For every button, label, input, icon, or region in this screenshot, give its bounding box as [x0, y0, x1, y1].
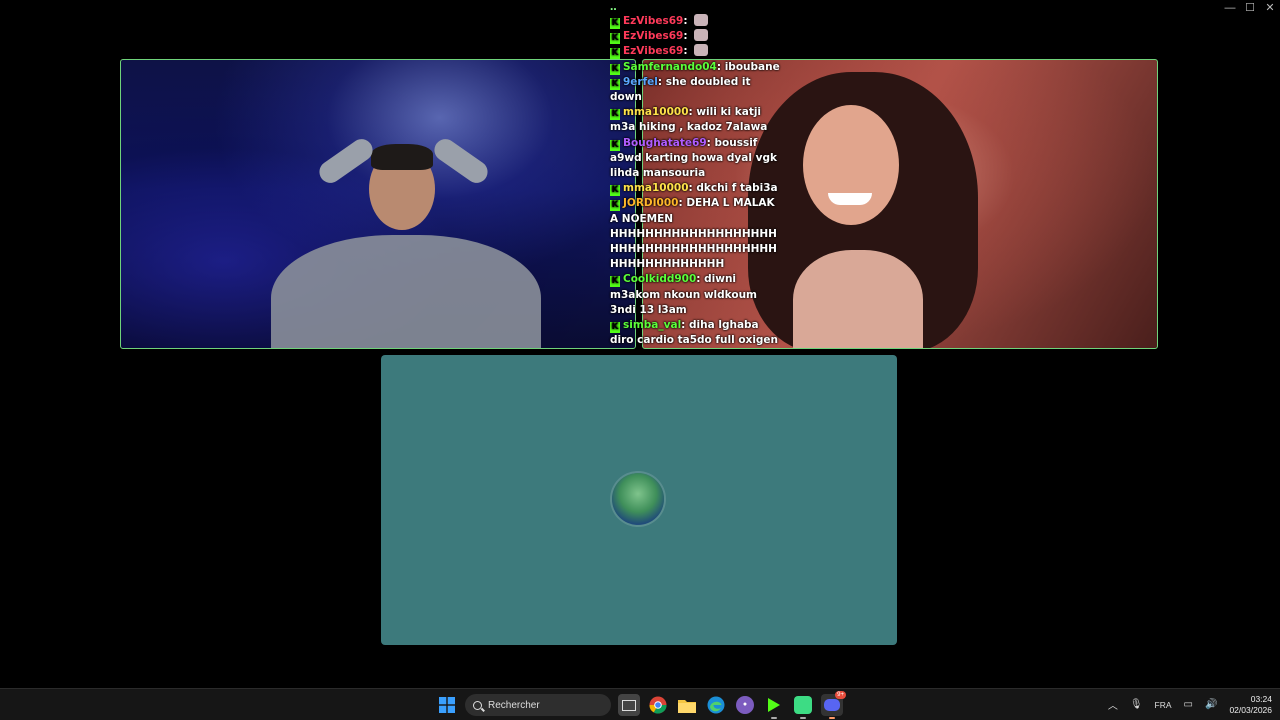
kick-badge-icon: K [610, 78, 620, 90]
chat-username[interactable]: 9erfel [623, 76, 658, 88]
kick-badge-icon: K [610, 109, 620, 121]
kick-badge-icon: K [610, 185, 620, 197]
chat-separator: : [683, 30, 692, 43]
desktop-screen: — ☐ ✕ ‥ K EzVibes69: K EzVibes69: K EzVibes… [0, 0, 1280, 720]
running-indicator [800, 717, 806, 719]
chat-separator: : [683, 15, 692, 27]
chat-username[interactable]: Samfernando04 [623, 61, 717, 73]
android-app-icon[interactable] [792, 694, 814, 719]
kick-badge-icon: K [610, 276, 620, 288]
task-view-icon[interactable] [618, 694, 640, 716]
chat-message: Kmma10000: dkchi f tabi3a [610, 181, 782, 197]
chat-scroll-indicator: ‥ [610, 2, 617, 13]
file-explorer-icon[interactable] [676, 694, 698, 716]
chat-message: K Boughatate69: boussif a9wd karting howa… [610, 136, 782, 182]
edge-icon[interactable] [705, 694, 727, 716]
chat-overlay: ‥ K EzVibes69: K EzVibes69: K EzVibes69: KS… [610, 2, 782, 348]
chat-username[interactable]: mma10000 [623, 182, 689, 194]
clock-time: 03:24 [1250, 693, 1272, 704]
chat-separator: : [706, 136, 715, 149]
kick-badge-icon: K [610, 18, 620, 29]
video-tile-camera-off[interactable] [381, 355, 897, 645]
chat-text: dkchi f tabi3a [696, 182, 778, 195]
running-indicator [829, 717, 835, 719]
chat-message: K 9erfel: she doubled it down [610, 75, 782, 105]
taskbar-apps: Rechercher ● 9+ [436, 691, 846, 719]
chat-separator: : [681, 319, 690, 332]
user-avatar [612, 473, 664, 525]
network-icon[interactable]: ▭ [1184, 699, 1193, 710]
chrome-icon[interactable] [647, 694, 669, 716]
taskbar: Rechercher ● 9+ ︿ 🎙 FRA ▭ 🔊 03:24 02/03/… [0, 688, 1280, 720]
chat-text: iboubane [724, 60, 780, 73]
window-controls: — ☐ ✕ [1220, 0, 1280, 16]
chat-username[interactable]: mma10000 [623, 106, 689, 118]
microphone-icon[interactable]: 🎙 [1130, 699, 1143, 710]
chat-message: Kmma10000: wili ki katji m3a hiking , ka… [610, 105, 782, 135]
discord-notification-badge: 9+ [835, 691, 846, 699]
running-indicator [771, 717, 777, 719]
chat-username[interactable]: EzVibes69 [623, 15, 683, 27]
chat-username[interactable]: simba_val [623, 319, 681, 331]
clock[interactable]: 03:24 02/03/2026 [1229, 694, 1272, 716]
chat-message: Ksimba_val: diha lghaba diro cardio ta5d… [610, 318, 782, 348]
kick-badge-icon: K [610, 48, 620, 60]
chat-message: K Samfernando04: iboubane [610, 60, 782, 75]
search-icon [473, 700, 482, 710]
clock-date: 02/03/2026 [1229, 704, 1272, 715]
chat-message: K EzVibes69: [610, 44, 782, 60]
close-button[interactable]: ✕ [1260, 0, 1280, 16]
volume-icon[interactable]: 🔊 [1205, 699, 1217, 710]
chat-username[interactable]: Boughatate69 [623, 137, 707, 149]
taskbar-search[interactable]: Rechercher [465, 694, 611, 716]
chat-message: K JORDI000: DEHA L MALAK A NOEMEN HHHHHHH… [610, 196, 782, 272]
language-indicator[interactable]: FRA [1155, 700, 1172, 710]
emote-icon [694, 14, 709, 26]
streamlabs-icon[interactable]: ● [734, 694, 756, 716]
chat-username[interactable]: EzVibes69 [623, 30, 683, 42]
chat-message: K EzVibes69: [610, 29, 782, 45]
chat-separator: : [657, 75, 666, 88]
emote-icon [694, 29, 709, 42]
chat-username[interactable]: JORDI000 [623, 197, 678, 209]
system-tray: ︿ 🎙 FRA ▭ 🔊 03:24 02/03/2026 [1108, 689, 1272, 720]
kick-badge-icon: K [610, 63, 620, 75]
kick-badge-icon: K [610, 322, 620, 334]
chat-message: K EzVibes69: [610, 14, 782, 29]
chat-message-list: K EzVibes69: K EzVibes69: K EzVibes69: K Sam… [610, 14, 782, 348]
discord-icon[interactable]: 9+ [821, 691, 846, 719]
chat-username[interactable]: EzVibes69 [623, 45, 683, 57]
emote-icon [694, 44, 709, 57]
chevron-up-icon[interactable]: ︿ [1108, 697, 1118, 712]
kick-badge-icon: K [610, 139, 620, 151]
chat-separator: : [716, 60, 725, 73]
chat-message: K Coolkidd900: diwni m3akom nkoun wldkoum… [610, 272, 782, 318]
kick-badge-icon: K [610, 200, 620, 212]
video-tile-streamer[interactable] [120, 59, 636, 349]
chat-separator: : [696, 273, 705, 286]
minimize-button[interactable]: — [1220, 0, 1240, 16]
chat-separator: : [683, 45, 692, 58]
search-placeholder: Rechercher [488, 699, 540, 711]
kick-app-icon[interactable] [763, 694, 785, 719]
maximize-button[interactable]: ☐ [1240, 0, 1260, 16]
chat-username[interactable]: Coolkidd900 [623, 273, 696, 285]
kick-badge-icon: K [610, 33, 620, 45]
windows-start-icon[interactable] [436, 694, 458, 716]
